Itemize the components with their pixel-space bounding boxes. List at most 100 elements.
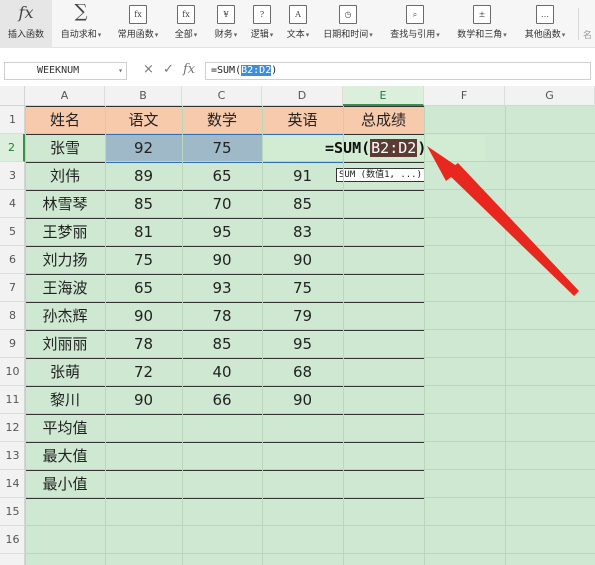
row-header-2[interactable]: 2 [0, 134, 25, 162]
summary-value-cell[interactable] [343, 470, 424, 498]
summary-value-cell[interactable] [182, 470, 262, 498]
total-cell[interactable] [343, 386, 424, 414]
name-box[interactable]: WEEKNUM ▾ [4, 62, 127, 80]
header-cell[interactable]: 总成绩 [343, 106, 424, 134]
column-header-d[interactable]: D [262, 86, 343, 106]
summary-label-cell[interactable]: 平均值 [25, 414, 105, 442]
row-header-4[interactable]: 4 [0, 190, 25, 218]
finance-button[interactable]: ¥ 财务▾ [208, 0, 244, 48]
math-button[interactable]: ± 数学和三角▾ [452, 0, 512, 48]
name-cell[interactable]: 张萌 [25, 358, 105, 386]
summary-label-cell[interactable]: 最小值 [25, 470, 105, 498]
header-cell[interactable]: 姓名 [25, 106, 105, 134]
score-cell[interactable]: 40 [182, 358, 262, 386]
score-cell[interactable]: 72 [105, 358, 182, 386]
score-cell[interactable]: 95 [262, 330, 343, 358]
summary-label-cell[interactable]: 最大值 [25, 442, 105, 470]
score-cell[interactable]: 91 [262, 162, 343, 190]
all-button[interactable]: fx 全部▾ [168, 0, 204, 48]
total-cell[interactable] [343, 246, 424, 274]
name-cell[interactable]: 张雪 [25, 134, 105, 162]
chevron-down-icon[interactable]: ▾ [234, 31, 238, 39]
row-header-13[interactable]: 13 [0, 442, 25, 470]
summary-value-cell[interactable] [182, 414, 262, 442]
summary-value-cell[interactable] [262, 414, 343, 442]
summary-value-cell[interactable] [262, 470, 343, 498]
row-header-11[interactable]: 11 [0, 386, 25, 414]
column-header-a[interactable]: A [25, 86, 105, 106]
score-cell[interactable]: 90 [262, 386, 343, 414]
score-cell[interactable]: 65 [182, 162, 262, 190]
name-cell[interactable]: 刘丽丽 [25, 330, 105, 358]
score-cell[interactable]: 75 [105, 246, 182, 274]
total-cell[interactable] [343, 358, 424, 386]
name-cell[interactable]: 孙杰辉 [25, 302, 105, 330]
summary-value-cell[interactable] [105, 470, 182, 498]
score-cell[interactable]: 90 [182, 246, 262, 274]
summary-value-cell[interactable] [343, 442, 424, 470]
score-cell[interactable]: 83 [262, 218, 343, 246]
score-cell[interactable]: 68 [262, 358, 343, 386]
chevron-down-icon[interactable]: ▾ [194, 31, 198, 39]
chevron-down-icon[interactable]: ▾ [118, 63, 123, 79]
row-header-1[interactable]: 1 [0, 106, 25, 134]
spreadsheet-grid[interactable]: ABCDEFG 1 2 3 4 5 6 7 8 9 10 11 12 13 14 15 16 姓名 语文 数学 英语… [0, 86, 595, 565]
chevron-down-icon[interactable]: ▾ [270, 31, 274, 39]
score-cell[interactable]: 85 [105, 190, 182, 218]
score-cell[interactable]: 90 [105, 386, 182, 414]
total-cell[interactable] [343, 274, 424, 302]
cancel-icon[interactable]: × [143, 63, 154, 77]
name-cell[interactable]: 林雪琴 [25, 190, 105, 218]
row-header-15[interactable]: 15 [0, 498, 25, 526]
score-cell[interactable]: 70 [182, 190, 262, 218]
header-cell[interactable]: 语文 [105, 106, 182, 134]
name-cell[interactable]: 王海波 [25, 274, 105, 302]
common-button[interactable]: fx 常用函数▾ [112, 0, 164, 48]
total-cell[interactable] [343, 218, 424, 246]
score-cell[interactable]: 78 [105, 330, 182, 358]
score-cell[interactable]: 66 [182, 386, 262, 414]
chevron-down-icon[interactable]: ▾ [98, 31, 102, 39]
chevron-down-icon[interactable]: ▾ [436, 31, 440, 39]
select-all-corner[interactable] [0, 86, 25, 106]
chevron-down-icon[interactable]: ▾ [306, 31, 310, 39]
column-header-b[interactable]: B [105, 86, 182, 106]
confirm-icon[interactable]: ✓ [163, 63, 174, 77]
total-cell[interactable] [343, 302, 424, 330]
header-cell[interactable]: 英语 [262, 106, 343, 134]
column-header-c[interactable]: C [182, 86, 262, 106]
score-cell[interactable]: 85 [262, 190, 343, 218]
row-header-16[interactable]: 16 [0, 526, 25, 554]
score-cell[interactable]: 89 [105, 162, 182, 190]
text-button[interactable]: A 文本▾ [280, 0, 316, 48]
chevron-down-icon[interactable]: ▾ [503, 31, 507, 39]
score-cell[interactable]: 65 [105, 274, 182, 302]
row-header-14[interactable]: 14 [0, 470, 25, 498]
autosum-button[interactable]: ∑ 自动求和▾ [55, 0, 107, 48]
summary-value-cell[interactable] [343, 414, 424, 442]
name-cell[interactable]: 王梦丽 [25, 218, 105, 246]
score-cell[interactable]: 95 [182, 218, 262, 246]
row-header-10[interactable]: 10 [0, 358, 25, 386]
total-cell[interactable] [343, 330, 424, 358]
summary-value-cell[interactable] [105, 442, 182, 470]
cell-edit-formula[interactable]: =SUM(B2:D2) [325, 137, 426, 159]
chevron-down-icon[interactable]: ▾ [369, 31, 373, 39]
insert-function-icon[interactable]: fx [183, 62, 195, 78]
other-button[interactable]: … 其他函数▾ [516, 0, 574, 48]
row-header-8[interactable]: 8 [0, 302, 25, 330]
insert-button[interactable]: fx 插入函数 [0, 0, 52, 48]
column-header-g[interactable]: G [505, 86, 595, 106]
chevron-down-icon[interactable]: ▾ [562, 31, 566, 39]
row-header-9[interactable]: 9 [0, 330, 25, 358]
lookup-button[interactable]: ⌕ 查找与引用▾ [382, 0, 448, 48]
name-cell[interactable]: 黎川 [25, 386, 105, 414]
row-header-7[interactable]: 7 [0, 274, 25, 302]
name-cell[interactable]: 刘力扬 [25, 246, 105, 274]
column-header-e[interactable]: E [343, 86, 424, 106]
header-cell[interactable]: 数学 [182, 106, 262, 134]
score-cell[interactable]: 81 [105, 218, 182, 246]
row-header-3[interactable]: 3 [0, 162, 25, 190]
column-header-f[interactable]: F [424, 86, 505, 106]
score-cell[interactable]: 90 [105, 302, 182, 330]
